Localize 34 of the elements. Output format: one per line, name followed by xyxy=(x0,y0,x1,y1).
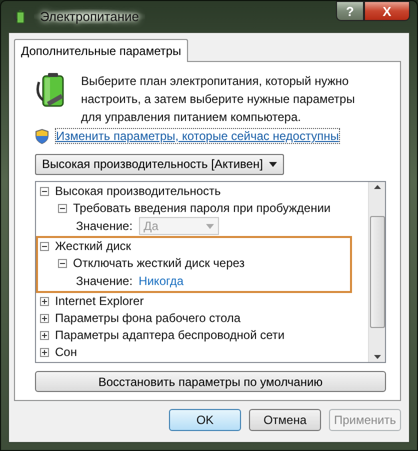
intro-text: Выберите план электропитания, который нужно настроить, а затем выберите нужные параметры для управления питанием компьютера. xyxy=(81,73,356,126)
scroll-up-icon[interactable] xyxy=(374,184,380,189)
tree-item[interactable]: Параметры фона рабочего стола xyxy=(55,310,241,326)
collapse-icon[interactable] xyxy=(58,204,67,213)
plan-dropdown[interactable]: Высокая производительность [Активен] xyxy=(35,154,284,175)
value-link[interactable]: Никогда xyxy=(138,274,184,288)
window-title: Электропитание xyxy=(34,9,145,24)
collapse-icon[interactable] xyxy=(58,258,67,268)
expand-icon[interactable] xyxy=(40,330,49,340)
tree-item[interactable]: Сон xyxy=(55,344,77,360)
tree-item[interactable]: Отключать жесткий диск через xyxy=(73,256,245,271)
restore-defaults-button[interactable]: Восстановить параметры по умолчанию xyxy=(35,371,386,392)
change-settings-link[interactable]: Изменить параметры, которые сейчас недоступны xyxy=(55,128,340,144)
dialog-button[interactable]: OK xyxy=(168,409,241,431)
tab[interactable]: Дополнительные параметры xyxy=(14,39,188,62)
collapse-icon[interactable] xyxy=(40,186,49,196)
caret-icon xyxy=(206,224,214,229)
collapse-icon[interactable] xyxy=(40,242,49,251)
tree-item[interactable]: Internet Explorer xyxy=(55,294,144,309)
expand-icon[interactable] xyxy=(40,296,49,306)
scroll-down-icon[interactable] xyxy=(374,355,380,360)
caret-icon xyxy=(268,162,277,167)
tree-item[interactable]: Высокая производительность xyxy=(55,184,221,199)
value-label: Значение: xyxy=(76,274,133,289)
scrollbar[interactable] xyxy=(368,182,385,362)
value-label: Значение: xyxy=(76,218,133,234)
tree-item[interactable]: Параметры адаптера беспроводной сети xyxy=(55,328,285,343)
close-button[interactable]: X xyxy=(364,1,410,21)
expand-icon[interactable] xyxy=(40,314,49,323)
shield-icon xyxy=(35,128,49,144)
tree-item[interactable]: Требовать введения пароля при пробуждении xyxy=(73,200,331,216)
dialog-button[interactable]: Отмена xyxy=(248,409,321,431)
tree-item[interactable]: Жесткий диск xyxy=(55,238,132,254)
expand-icon[interactable] xyxy=(40,348,49,357)
